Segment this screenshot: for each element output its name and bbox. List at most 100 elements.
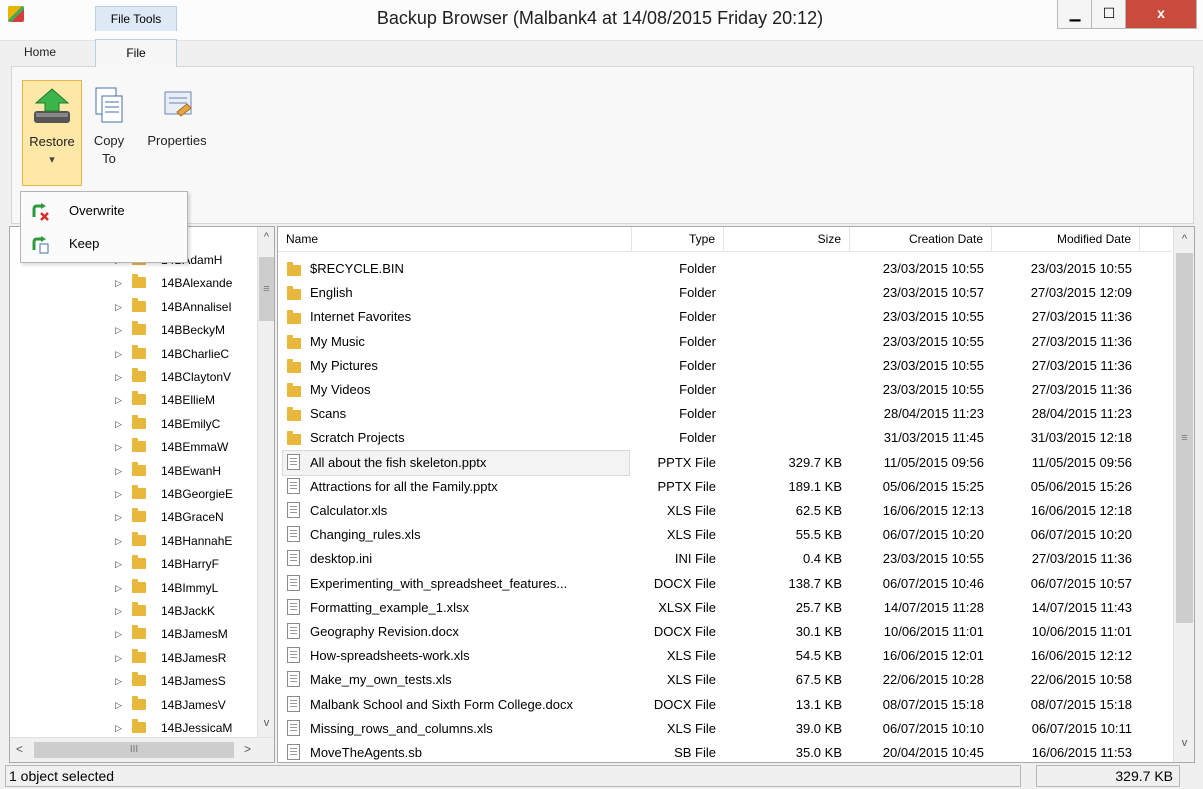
properties-button[interactable]: Properties (140, 80, 214, 150)
folder-tree[interactable]: ▷14BAdamH▷14BAlexande▷14BAnnaliseI▷14BBe… (9, 226, 275, 763)
expand-arrow-icon[interactable]: ▷ (115, 694, 122, 716)
column-header-name[interactable]: Name (278, 227, 632, 251)
expand-arrow-icon[interactable]: ▷ (115, 600, 122, 622)
file-row[interactable]: Experimenting_with_spreadsheet_features.… (278, 572, 1172, 596)
expand-arrow-icon[interactable]: ▷ (115, 343, 122, 365)
scroll-left-arrow[interactable]: < (16, 742, 23, 756)
tree-scroll-thumb[interactable]: ≡ (259, 257, 274, 321)
file-list[interactable]: Name Type Size Creation Date Modified Da… (277, 226, 1195, 763)
tree-item[interactable]: ▷ 14BAlexande (10, 272, 255, 294)
tab-home[interactable]: Home (24, 45, 56, 59)
tree-hscroll-thumb[interactable]: III (34, 742, 234, 758)
expand-arrow-icon[interactable]: ▷ (115, 670, 122, 692)
file-row[interactable]: My Music Folder 23/03/2015 10:55 27/03/2015… (278, 330, 1172, 354)
file-row[interactable]: Malbank School and Sixth Form College.do… (278, 693, 1172, 717)
column-header-creation-date[interactable]: Creation Date (850, 227, 992, 251)
column-header-modified-date[interactable]: Modified Date (992, 227, 1140, 251)
file-row[interactable]: English Folder 23/03/2015 10:57 27/03/2015 … (278, 281, 1172, 305)
tree-item[interactable]: ▷ 14BJamesR (10, 647, 255, 669)
file-row[interactable]: Missing_rows_and_columns.xls XLS File 39.0… (278, 717, 1172, 741)
menu-item-overwrite[interactable]: Overwrite (21, 195, 187, 227)
tree-item[interactable]: ▷ 14BJamesS (10, 670, 255, 692)
file-row[interactable]: Changing_rules.xls XLS File 55.5 KB 06/07/2… (278, 523, 1172, 547)
file-name: My Videos (310, 382, 371, 397)
file-name: All about the fish skeleton.pptx (310, 454, 487, 470)
tree-item[interactable]: ▷ 14BAnnaliseI (10, 296, 255, 318)
file-row[interactable]: Formatting_example_1.xlsx XLSX File 25.7 K… (278, 596, 1172, 620)
tree-horizontal-scrollbar[interactable]: < III > (10, 737, 274, 762)
file-row[interactable]: All about the fish skeleton.pptx PPTX Fil… (278, 451, 1172, 475)
close-button[interactable]: x (1125, 0, 1197, 29)
file-row[interactable]: MoveTheAgents.sb SB File 35.0 KB 20/04/2015… (278, 741, 1172, 762)
tree-item[interactable]: ▷ 14BCharlieC (10, 343, 255, 365)
file-row[interactable]: Internet Favorites Folder 23/03/2015 10:55… (278, 305, 1172, 329)
tree-item[interactable]: ▷ 14BJamesM (10, 623, 255, 645)
tree-item[interactable]: ▷ 14BClaytonV (10, 366, 255, 388)
file-row[interactable]: Calculator.xls XLS File 62.5 KB 16/06/2015 … (278, 499, 1172, 523)
expand-arrow-icon[interactable]: ▷ (115, 623, 122, 645)
tree-item[interactable]: ▷ 14BBeckyM (10, 319, 255, 341)
tree-item[interactable]: ▷ 14BHarryF (10, 553, 255, 575)
expand-arrow-icon[interactable]: ▷ (115, 296, 122, 318)
tree-item[interactable]: ▷ 14BGraceN (10, 506, 255, 528)
scroll-up-arrow[interactable]: ^ (260, 231, 273, 243)
expand-arrow-icon[interactable]: ▷ (115, 319, 122, 341)
tree-item[interactable]: ▷ 14BGeorgieE (10, 483, 255, 505)
expand-arrow-icon[interactable]: ▷ (115, 553, 122, 575)
expand-arrow-icon[interactable]: ▷ (115, 436, 122, 458)
scroll-down-arrow[interactable]: v (260, 717, 273, 729)
column-header-size[interactable]: Size (724, 227, 850, 251)
expand-arrow-icon[interactable]: ▷ (115, 506, 122, 528)
expand-arrow-icon[interactable]: ▷ (115, 577, 122, 599)
expand-arrow-icon[interactable]: ▷ (115, 530, 122, 552)
app-icon[interactable] (8, 6, 24, 22)
expand-arrow-icon[interactable]: ▷ (115, 389, 122, 411)
file-row[interactable]: Make_my_own_tests.xls XLS File 67.5 KB 22/0… (278, 668, 1172, 692)
file-row[interactable]: $RECYCLE.BIN Folder 23/03/2015 10:55 23/03/… (278, 257, 1172, 281)
file-size: 62.5 KB (795, 503, 842, 518)
tree-item-label: 14BJamesM (161, 627, 228, 642)
tree-item[interactable]: ▷ 14BHannahE (10, 530, 255, 552)
column-header-type[interactable]: Type (632, 227, 724, 251)
maximize-button[interactable]: ☐ (1091, 0, 1127, 29)
menu-item-label: Keep (69, 236, 100, 251)
tree-item-label: 14BEmilyC (161, 416, 221, 431)
file-row[interactable]: Scratch Projects Folder 31/03/2015 11:45 31… (278, 426, 1172, 450)
file-row[interactable]: How-spreadsheets-work.xls XLS File 54.5 KB… (278, 644, 1172, 668)
tree-item[interactable]: ▷ 14BJackK (10, 600, 255, 622)
folder-icon (287, 383, 301, 397)
menu-item-keep[interactable]: Keep (21, 228, 187, 260)
expand-arrow-icon[interactable]: ▷ (115, 366, 122, 388)
tree-item-label: 14BCharlieC (161, 346, 230, 361)
tree-item[interactable]: ▷ 14BJamesV (10, 694, 255, 716)
minimize-button[interactable]: ▁ (1057, 0, 1093, 29)
tree-item[interactable]: ▷ 14BEmilyC (10, 413, 255, 435)
expand-arrow-icon[interactable]: ▷ (115, 483, 122, 505)
list-vertical-scrollbar[interactable]: ^ ≡ v (1173, 227, 1194, 762)
restore-button[interactable]: Restore ▾ (22, 80, 82, 186)
expand-arrow-icon[interactable]: ▷ (115, 717, 122, 739)
expand-arrow-icon[interactable]: ▷ (115, 413, 122, 435)
file-row[interactable]: Scans Folder 28/04/2015 11:23 28/04/2015 11… (278, 402, 1172, 426)
copy-to-button[interactable]: Copy To (90, 80, 128, 168)
expand-arrow-icon[interactable]: ▷ (115, 647, 122, 669)
file-row[interactable]: desktop.ini INI File 0.4 KB 23/03/2015 10:5… (278, 547, 1172, 571)
scroll-right-arrow[interactable]: > (244, 742, 251, 756)
list-scroll-thumb[interactable]: ≡ (1176, 253, 1193, 623)
file-row[interactable]: My Videos Folder 23/03/2015 10:55 27/03/201… (278, 378, 1172, 402)
tree-item[interactable]: ▷ 14BEwanH (10, 460, 255, 482)
scroll-down-arrow[interactable]: v (1178, 737, 1191, 749)
file-row[interactable]: My Pictures Folder 23/03/2015 10:55 27/03/2… (278, 354, 1172, 378)
file-row[interactable]: Geography Revision.docx DOCX File 30.1 KB 1… (278, 620, 1172, 644)
tree-item[interactable]: ▷ 14BEllieM (10, 389, 255, 411)
tree-vertical-scrollbar[interactable]: ^ ≡ v (257, 227, 274, 737)
tree-item[interactable]: ▷ 14BImmyL (10, 577, 255, 599)
tree-item[interactable]: ▷ 14BEmmaW (10, 436, 255, 458)
expand-arrow-icon[interactable]: ▷ (115, 460, 122, 482)
expand-arrow-icon[interactable]: ▷ (115, 272, 122, 294)
file-row[interactable]: Attractions for all the Family.pptx PPTX … (278, 475, 1172, 499)
file-type: DOCX File (653, 696, 716, 712)
tree-item[interactable]: ▷ 14BJessicaM (10, 717, 255, 739)
scroll-up-arrow[interactable]: ^ (1178, 233, 1191, 245)
tab-file[interactable]: File (95, 39, 177, 67)
